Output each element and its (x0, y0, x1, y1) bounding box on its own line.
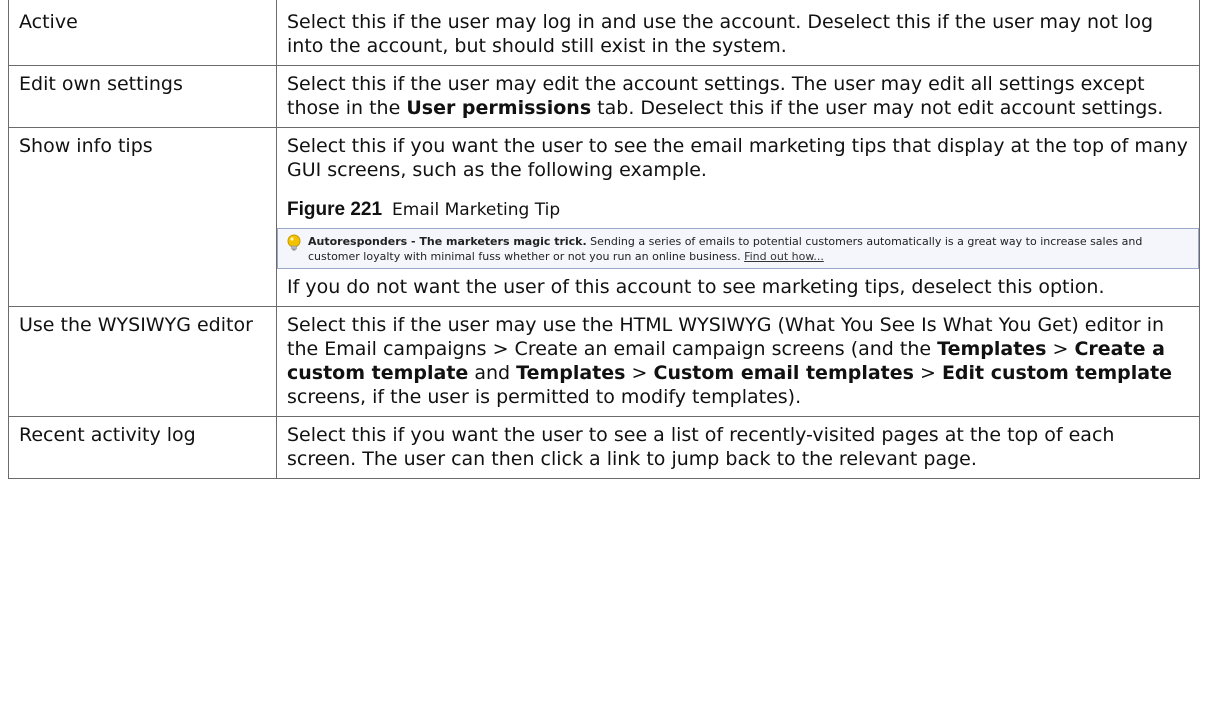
figure-caption: Figure 221 Email Marketing Tip (287, 198, 1189, 222)
setting-description: Select this if you want the user to see … (276, 127, 1200, 307)
description-text: Select this if the user may use the HTML… (287, 313, 1189, 409)
marketing-tip-figure: Autoresponders - The marketers magic tri… (277, 228, 1199, 269)
menu-name-bold: Templates (516, 362, 626, 384)
table-row: Recent activity log Select this if you w… (8, 416, 1200, 479)
description-text: Select this if you want the user to see … (287, 135, 1188, 181)
tab-name-bold: User permissions (406, 97, 592, 119)
description-text-part: and (468, 362, 517, 384)
menu-name-bold: Templates (937, 338, 1047, 360)
setting-name: Active (8, 0, 277, 66)
setting-name: Show info tips (8, 127, 277, 307)
lightbulb-icon (286, 234, 302, 252)
description-text: Select this if the user may edit the acc… (287, 72, 1189, 120)
description-text: Select this if the user may log in and u… (287, 11, 1154, 57)
setting-description: Select this if the user may use the HTML… (276, 306, 1200, 417)
table-row: Use the WYSIWYG editor Select this if th… (8, 306, 1200, 417)
setting-description: Select this if the user may log in and u… (276, 0, 1200, 66)
menu-name-bold: Custom email templates (653, 362, 914, 384)
description-text: Select this if you want the user to see … (287, 424, 1115, 470)
setting-name: Use the WYSIWYG editor (8, 306, 277, 417)
description-text-part: screens, if the user is permitted to mod… (287, 386, 802, 408)
description-text-part: tab. Deselect this if the user may not e… (591, 97, 1164, 119)
figure-number: Figure 221 (287, 199, 383, 220)
tip-title: Autoresponders - The marketers magic tri… (308, 235, 587, 248)
find-out-how-link[interactable]: Find out how... (744, 250, 824, 263)
table-row: Edit own settings Select this if the use… (8, 65, 1200, 128)
setting-description: Select this if the user may edit the acc… (276, 65, 1200, 128)
description-text-part: > (625, 362, 654, 384)
setting-description: Select this if you want the user to see … (276, 416, 1200, 479)
table-row: Show info tips Select this if you want t… (8, 127, 1200, 307)
menu-name-bold: Edit custom template (941, 362, 1173, 384)
settings-table: Active Select this if the user may log i… (8, 0, 1200, 479)
setting-name: Recent activity log (8, 416, 277, 479)
description-text-part: > (913, 362, 942, 384)
figure-title: Email Marketing Tip (392, 200, 561, 220)
setting-name: Edit own settings (8, 65, 277, 128)
description-text-part: > (1046, 338, 1075, 360)
table-row: Active Select this if the user may log i… (8, 0, 1200, 66)
description-text: If you do not want the user of this acco… (287, 276, 1105, 298)
